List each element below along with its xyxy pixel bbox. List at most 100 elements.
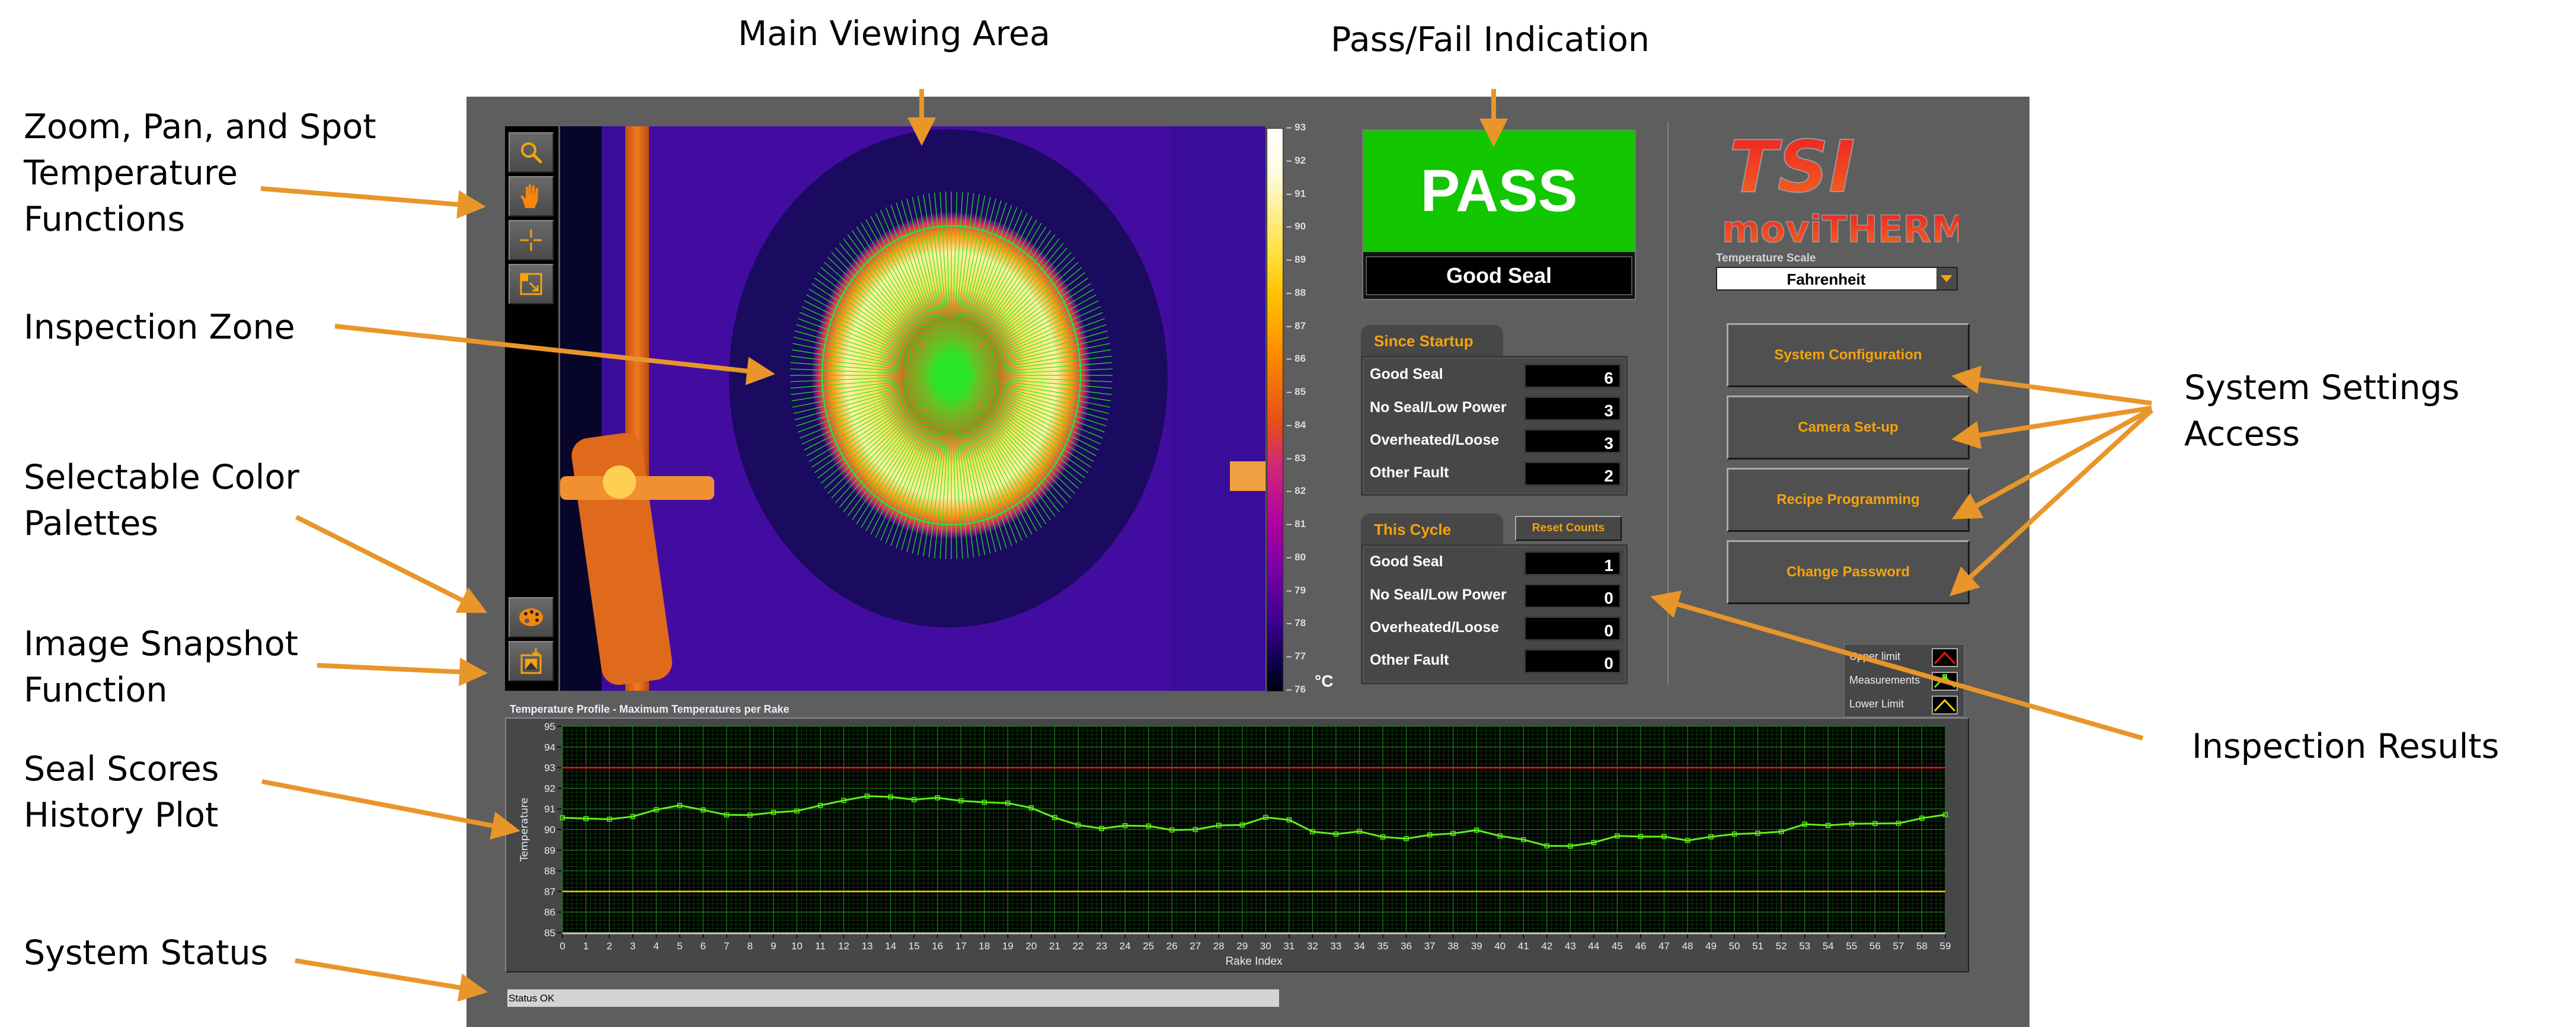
brand-logo: TSI moviTHERM — [1721, 126, 1968, 251]
change-password-button[interactable]: Change Password — [1727, 540, 1970, 604]
colorbar-tick-label: – 90 — [1286, 221, 1306, 232]
x-tick-label: 33 — [1330, 940, 1341, 952]
pan-tool-button[interactable] — [509, 176, 554, 216]
x-tick-label: 9 — [771, 940, 776, 952]
arrow-color-palettes — [295, 515, 488, 613]
x-tick-label: 42 — [1541, 940, 1552, 952]
y-tick-label: 89 — [544, 845, 555, 856]
since-startup-value: 2 — [1524, 461, 1621, 486]
temperature-scale-select[interactable]: Fahrenheit — [1716, 267, 1958, 291]
x-tick-label: 8 — [747, 940, 753, 952]
x-tick-label: 52 — [1776, 940, 1787, 952]
colorbar-tick-label: – 86 — [1286, 353, 1306, 365]
reset-counts-button[interactable]: Reset Counts — [1515, 516, 1622, 541]
since-startup-value: 6 — [1524, 363, 1621, 388]
x-tick-label: 17 — [955, 940, 967, 952]
legend-measurements-swatch[interactable] — [1932, 672, 1958, 691]
x-tick-label: 37 — [1424, 940, 1436, 952]
colorbar-unit: °C — [1315, 672, 1334, 690]
this-cycle-value: 0 — [1524, 649, 1621, 674]
this-cycle-label: Other Fault — [1370, 652, 1449, 668]
x-tick-label: 11 — [815, 940, 826, 952]
chart-title: Temperature Profile - Maximum Temperatur… — [510, 703, 790, 715]
x-tick-label: 15 — [909, 940, 920, 952]
x-tick-label: 48 — [1682, 940, 1693, 952]
x-tick-label: 2 — [606, 940, 612, 952]
x-tick-label: 46 — [1635, 940, 1646, 952]
legend-upper-limit-swatch[interactable] — [1932, 648, 1958, 667]
dropdown-arrow[interactable] — [1936, 268, 1957, 289]
y-tick-label: 95 — [544, 721, 555, 732]
x-tick-label: 58 — [1916, 940, 1928, 952]
pass-fail-indicator: PASS Good Seal — [1362, 129, 1636, 300]
x-axis-label: Rake Index — [1225, 955, 1283, 968]
zoom-tool-button[interactable] — [509, 132, 554, 173]
x-tick-label: 40 — [1494, 940, 1506, 952]
colorbar-tick-label: – 76 — [1286, 684, 1306, 695]
recipe-programming-button[interactable]: Recipe Programming — [1727, 468, 1970, 532]
annotation-inspection-results: Inspection Results — [2192, 727, 2500, 766]
y-tick-label: 94 — [544, 742, 555, 753]
x-tick-label: 21 — [1049, 940, 1060, 952]
annotation-color-palettes: Selectable Color Palettes — [24, 458, 299, 543]
temperature-profile-plot: 8586878889909192939495 0 1 2 3 4 5 6 7 8 9 10 11 12 1… — [519, 721, 1951, 968]
snapshot-icon — [520, 648, 542, 674]
camera-setup-button[interactable]: Camera Set-up — [1727, 396, 1970, 460]
zoom-fit-tool-button[interactable] — [509, 264, 554, 304]
x-tick-label: 24 — [1120, 940, 1131, 952]
annotation-system-settings: System Settings Access — [2184, 368, 2460, 454]
x-tick-label: 1 — [583, 940, 589, 952]
x-tick-label: 34 — [1354, 940, 1365, 952]
system-configuration-button[interactable]: System Configuration — [1727, 323, 1970, 387]
x-tick-label: 3 — [630, 940, 635, 952]
since-startup-label: Overheated/Loose — [1370, 432, 1500, 448]
y-tick-label: 88 — [544, 866, 555, 877]
since-startup-label: No Seal/Low Power — [1370, 399, 1507, 416]
thermal-image-view[interactable] — [560, 126, 1265, 691]
hand-icon — [520, 184, 538, 208]
x-tick-label: 20 — [1025, 940, 1037, 952]
colorbar-tick-label: – 77 — [1286, 650, 1306, 662]
x-tick-label: 4 — [653, 940, 659, 952]
x-tick-label: 19 — [1002, 940, 1014, 952]
this-cycle-label: Good Seal — [1370, 553, 1443, 570]
since-startup-value: 3 — [1524, 396, 1621, 421]
y-tick-label: 92 — [544, 783, 555, 794]
spot-temperature-tool-button[interactable] — [509, 220, 554, 260]
x-tick-label: 26 — [1166, 940, 1178, 952]
y-tick-label: 87 — [544, 886, 555, 897]
colorbar-tick-label: – 83 — [1286, 452, 1306, 464]
colorbar-tick-label: – 81 — [1286, 518, 1306, 530]
arrow-snapshot — [317, 658, 488, 687]
since-startup-value: 3 — [1524, 429, 1621, 454]
color-palette-button[interactable] — [509, 597, 554, 637]
y-tick-label: 93 — [544, 763, 555, 774]
temperature-scale-label: Temperature Scale — [1716, 252, 1816, 264]
y-tick-label: 91 — [544, 803, 555, 815]
x-tick-label: 23 — [1096, 940, 1107, 952]
legend-lower-limit-label: Lower Limit — [1849, 698, 1904, 710]
x-tick-label: 38 — [1447, 940, 1459, 952]
x-tick-label: 57 — [1893, 940, 1904, 952]
y-tick-label: 90 — [544, 824, 555, 835]
x-tick-label: 53 — [1799, 940, 1810, 952]
colorbar-tick-label: – 87 — [1286, 320, 1306, 331]
x-tick-label: 45 — [1612, 940, 1623, 952]
image-toolbar — [505, 126, 558, 691]
x-tick-label: 55 — [1846, 940, 1857, 952]
this-cycle-value: 0 — [1524, 583, 1621, 608]
snapshot-button[interactable] — [509, 641, 554, 681]
x-tick-label: 22 — [1072, 940, 1084, 952]
x-tick-label: 36 — [1401, 940, 1412, 952]
result-detail: Good Seal — [1366, 256, 1632, 295]
since-startup-counts: Good Seal 6 No Seal/Low Power 3 Overheat… — [1361, 356, 1628, 496]
x-tick-label: 5 — [677, 940, 682, 952]
this-cycle-label: No Seal/Low Power — [1370, 586, 1507, 603]
this-cycle-value: 0 — [1524, 616, 1621, 641]
palette-icon — [519, 608, 543, 626]
logo-tsi: TSI — [1729, 129, 1855, 209]
annotation-image-snapshot: Image Snapshot Function — [24, 624, 299, 710]
x-tick-label: 49 — [1705, 940, 1717, 952]
x-tick-label: 41 — [1518, 940, 1529, 952]
legend-lower-limit-swatch[interactable] — [1932, 696, 1958, 715]
